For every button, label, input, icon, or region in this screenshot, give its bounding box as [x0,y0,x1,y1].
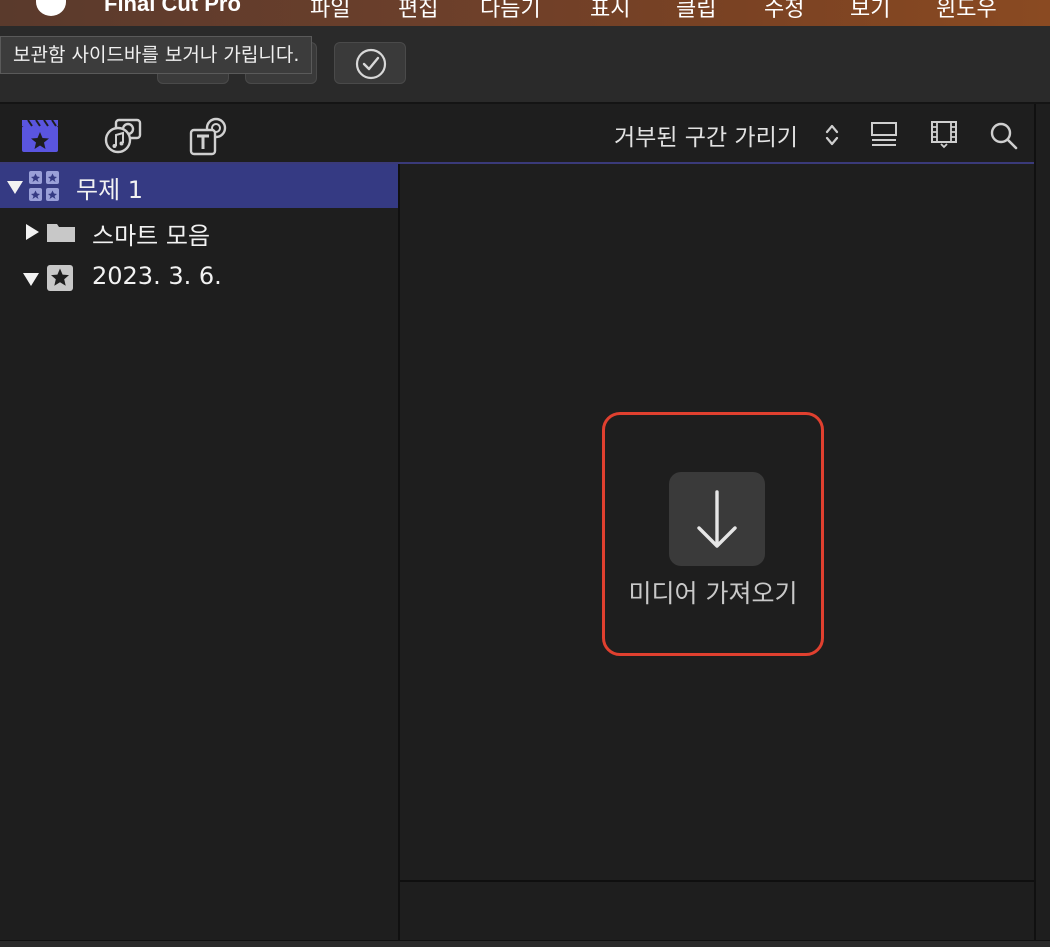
import-media-button[interactable] [669,472,765,566]
arrow-down-icon [697,490,737,548]
smart-collections-label: 스마트 모음 [92,222,211,250]
disclosure-expanded-icon[interactable] [6,179,24,195]
menu-bar: Final Cut Pro 파일 편집 다듬기 표시 클립 수정 보기 윈도우 [0,0,1050,26]
menu-trim[interactable]: 다듬기 [480,0,541,23]
menu-view[interactable]: 보기 [850,0,890,23]
library-icon [29,171,59,201]
libraries-sidebar: 무제 1 스마트 모음 2023. 3. 6. [0,164,400,940]
menu-window[interactable]: 윈도우 [936,0,997,23]
folder-icon [47,224,75,242]
libraries-clapper-icon[interactable] [20,116,60,156]
photos-audio-icon[interactable] [104,116,144,156]
menu-modify[interactable]: 수정 [764,0,804,23]
sidebar-item-smart-collections[interactable]: 스마트 모음 [0,210,398,254]
search-icon[interactable] [988,120,1020,152]
disclosure-collapsed-icon[interactable] [24,223,40,241]
sidebar-tooltip: 보관함 사이드바를 보거나 가립니다. [0,36,313,74]
browser-footer [400,882,1034,940]
sidebar-item-event[interactable]: 2023. 3. 6. [0,256,398,300]
menu-mark[interactable]: 표시 [590,0,630,23]
import-media-label[interactable]: 미디어 가져오기 [602,574,824,610]
event-star-icon [47,265,73,291]
library-name: 무제 1 [76,176,144,204]
viewer-edge [1036,104,1050,946]
menu-app-name[interactable]: Final Cut Pro [104,0,241,17]
sidebar-item-library[interactable]: 무제 1 [0,164,398,208]
titles-generators-icon[interactable] [188,116,228,156]
event-date-label: 2023. 3. 6. [92,262,222,290]
apple-menu-icon[interactable] [36,0,66,16]
background-tasks-button[interactable] [334,42,406,84]
updown-chevron-icon [825,124,839,146]
menu-edit[interactable]: 편집 [398,0,438,23]
clip-filter-popup[interactable]: 거부된 구간 가리기 [614,118,798,152]
list-view-icon[interactable] [868,120,900,150]
menu-clip[interactable]: 클립 [676,0,716,23]
menu-file[interactable]: 파일 [310,0,350,23]
browser-header: 거부된 구간 가리기 [0,104,1034,164]
filmstrip-view-icon[interactable] [928,118,960,150]
checkmark-circle-icon [355,48,387,80]
disclosure-expanded-icon[interactable] [22,271,40,287]
